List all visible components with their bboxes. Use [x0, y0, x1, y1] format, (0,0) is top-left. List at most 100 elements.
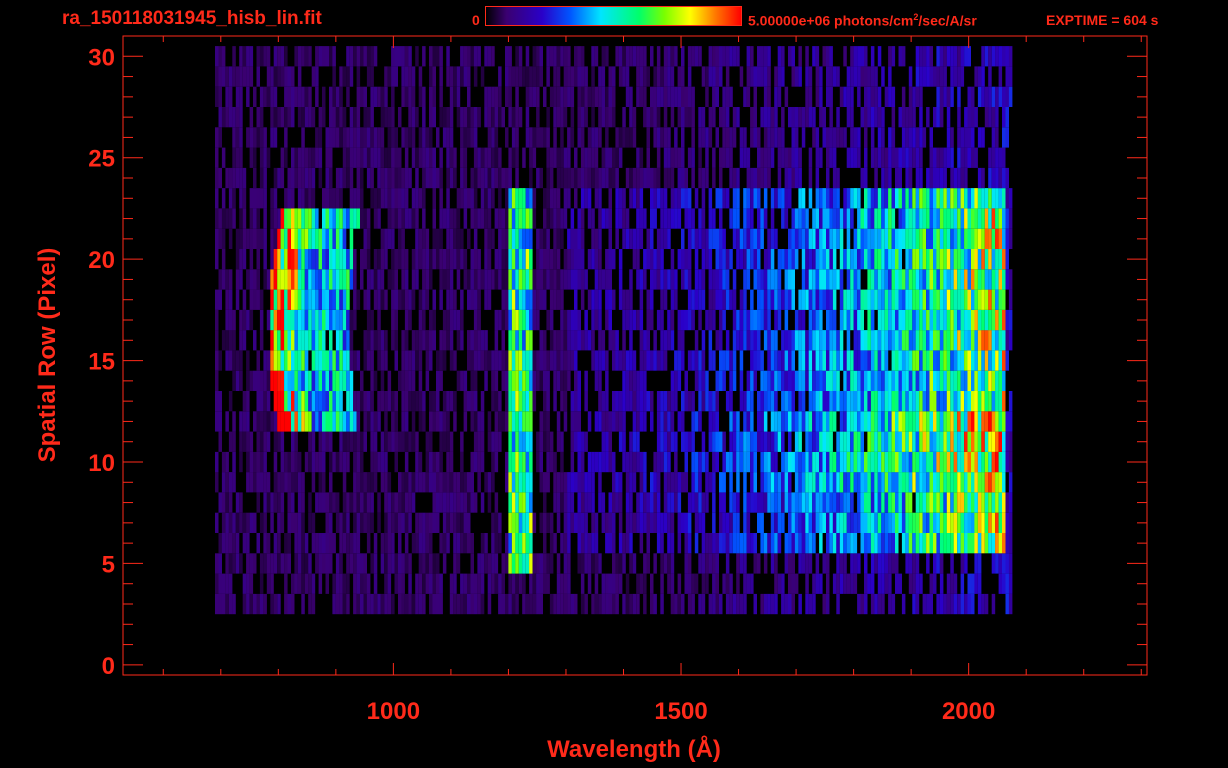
heatmap-cell	[332, 46, 336, 67]
heatmap-cell	[360, 46, 364, 67]
heatmap-cell	[929, 249, 933, 270]
heatmap-cell	[463, 472, 468, 493]
heatmap-cell	[1008, 228, 1013, 249]
heatmap-cell	[705, 309, 709, 331]
heatmap-cell	[1005, 553, 1009, 574]
heatmap-cell	[408, 107, 412, 128]
heatmap-cell	[263, 350, 267, 371]
heatmap-cell	[291, 472, 295, 493]
heatmap-cell	[297, 188, 302, 209]
heatmap-cell	[919, 107, 923, 128]
heatmap-cell	[656, 167, 661, 189]
heatmap-cell	[712, 573, 716, 594]
heatmap-cell	[304, 249, 309, 270]
heatmap-cell	[877, 472, 882, 493]
heatmap-cell	[425, 553, 430, 574]
heatmap-cell	[329, 167, 333, 189]
heatmap-cell	[719, 249, 723, 270]
heatmap-cell	[763, 127, 768, 148]
heatmap-cell	[301, 249, 305, 270]
heatmap-cell	[356, 167, 361, 189]
heatmap-cell	[646, 492, 650, 513]
heatmap-cell	[404, 249, 409, 270]
heatmap-cell	[322, 391, 326, 412]
heatmap-cell	[477, 269, 481, 290]
heatmap-cell	[846, 86, 851, 107]
heatmap-cell	[729, 147, 733, 168]
heatmap-cell	[370, 411, 374, 432]
heatmap-cell	[974, 107, 978, 128]
heatmap-cell	[598, 553, 602, 574]
heatmap-cell	[370, 167, 374, 189]
heatmap-cell	[473, 330, 478, 351]
heatmap-cell	[898, 350, 902, 371]
heatmap-cell	[881, 249, 885, 270]
heatmap-cell	[950, 228, 954, 249]
heatmap-cell	[784, 188, 789, 209]
heatmap-cell	[926, 533, 930, 554]
heatmap-cell	[463, 66, 468, 87]
heatmap-cell	[660, 512, 664, 533]
heatmap-cell	[556, 492, 561, 513]
heatmap-cell	[277, 431, 281, 452]
heatmap-cell	[860, 370, 864, 391]
heatmap-cell	[991, 309, 996, 331]
heatmap-cell	[891, 431, 896, 452]
heatmap-cell	[221, 472, 226, 493]
heatmap-cell	[867, 66, 871, 87]
heatmap-cell	[563, 472, 568, 493]
heatmap-cell	[936, 370, 940, 391]
heatmap-cell	[791, 451, 795, 473]
heatmap-cell	[249, 451, 254, 473]
heatmap-cell	[770, 147, 775, 168]
heatmap-cell	[356, 289, 361, 310]
heatmap-cell	[518, 208, 523, 229]
heatmap-cell	[922, 289, 927, 310]
heatmap-cell	[280, 553, 285, 574]
heatmap-cell	[874, 350, 878, 371]
heatmap-cell	[995, 533, 999, 554]
heatmap-cell	[301, 553, 305, 574]
heatmap-cell	[232, 127, 236, 148]
heatmap-cell	[387, 228, 392, 249]
heatmap-cell	[384, 330, 388, 351]
heatmap-cell	[318, 573, 323, 594]
heatmap-cell	[505, 350, 509, 371]
heatmap-cell	[850, 553, 854, 574]
heatmap-cell	[598, 167, 602, 189]
heatmap-cell	[380, 330, 385, 351]
heatmap-cell	[473, 269, 478, 290]
heatmap-cell	[591, 147, 595, 168]
heatmap-cell	[877, 309, 882, 331]
heatmap-cell	[232, 208, 236, 229]
heatmap-cell	[739, 350, 744, 371]
heatmap-cell	[580, 451, 585, 473]
heatmap-cell	[580, 107, 585, 128]
heatmap-cell	[1005, 593, 1009, 615]
heatmap-cell	[746, 391, 751, 412]
heatmap-cell	[874, 553, 878, 574]
heatmap-cell	[456, 188, 461, 209]
heatmap-cell	[826, 573, 830, 594]
heatmap-cell	[291, 107, 295, 128]
heatmap-cell	[646, 127, 650, 148]
heatmap-cell	[763, 107, 768, 128]
heatmap-cell	[846, 289, 851, 310]
heatmap-cell	[353, 269, 357, 290]
heatmap-cell	[939, 66, 944, 87]
heatmap-cell	[974, 553, 978, 574]
heatmap-cell	[253, 411, 257, 432]
heatmap-cell	[643, 167, 647, 189]
heatmap-cell	[235, 249, 240, 270]
heatmap-cell	[411, 350, 416, 371]
heatmap-cell	[284, 309, 288, 331]
heatmap-cell	[832, 188, 837, 209]
heatmap-cell	[946, 86, 951, 107]
heatmap-cell	[739, 431, 744, 452]
heatmap-cell	[415, 391, 419, 412]
heatmap-cell	[567, 86, 571, 107]
heatmap-cell	[487, 573, 492, 594]
heatmap-cell	[722, 249, 726, 270]
heatmap-cell	[404, 411, 409, 432]
heatmap-cell	[242, 431, 247, 452]
